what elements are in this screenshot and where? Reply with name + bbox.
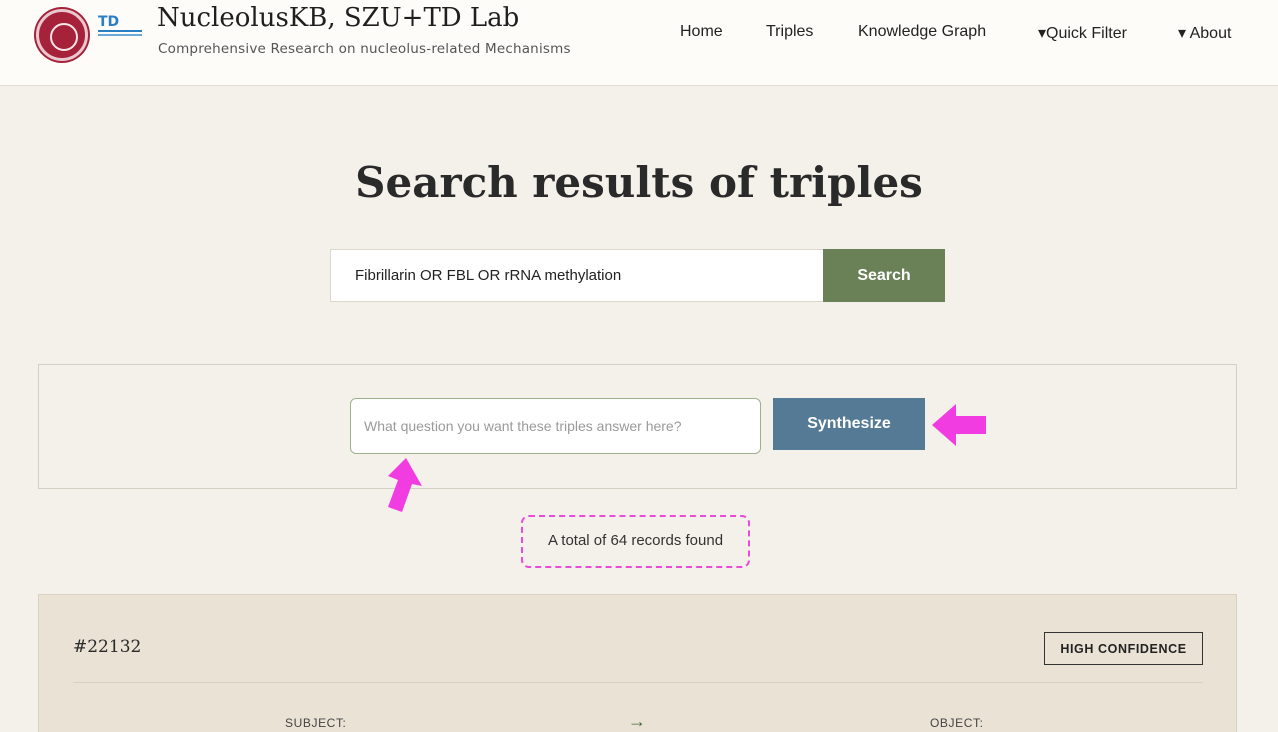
- record-id: #22132: [73, 637, 142, 657]
- synthesize-button[interactable]: Synthesize: [773, 398, 925, 450]
- search-input[interactable]: [330, 249, 824, 302]
- site-header: TD NucleolusKB, SZU+TD Lab Comprehensive…: [0, 0, 1278, 86]
- nav-triples[interactable]: Triples: [766, 23, 813, 41]
- annotation-arrow-left-icon: [932, 404, 986, 446]
- question-input[interactable]: [350, 398, 761, 454]
- site-subtitle: Comprehensive Research on nucleolus-rela…: [158, 41, 571, 57]
- nav-quick-filter[interactable]: ▾Quick Filter: [1038, 23, 1127, 43]
- confidence-badge: HIGH CONFIDENCE: [1044, 632, 1203, 665]
- td-lab-logo[interactable]: TD: [95, 12, 145, 42]
- card-divider: [73, 682, 1203, 683]
- search-button[interactable]: Search: [823, 249, 945, 302]
- nav-knowledge-graph[interactable]: Knowledge Graph: [858, 23, 986, 41]
- svg-text:TD: TD: [98, 14, 119, 30]
- records-count: A total of 64 records found: [547, 532, 724, 549]
- annotation-arrow-up-icon: [388, 458, 422, 512]
- nav-home[interactable]: Home: [680, 23, 723, 41]
- subject-label: SUBJECT:: [285, 716, 347, 730]
- university-seal-logo[interactable]: [36, 9, 88, 61]
- page-title: Search results of triples: [355, 158, 923, 207]
- site-title[interactable]: NucleolusKB, SZU+TD Lab: [157, 3, 519, 33]
- relation-arrow-icon: →: [628, 711, 646, 731]
- object-label: OBJECT:: [930, 716, 984, 730]
- nav-about[interactable]: ▾ About: [1178, 23, 1231, 43]
